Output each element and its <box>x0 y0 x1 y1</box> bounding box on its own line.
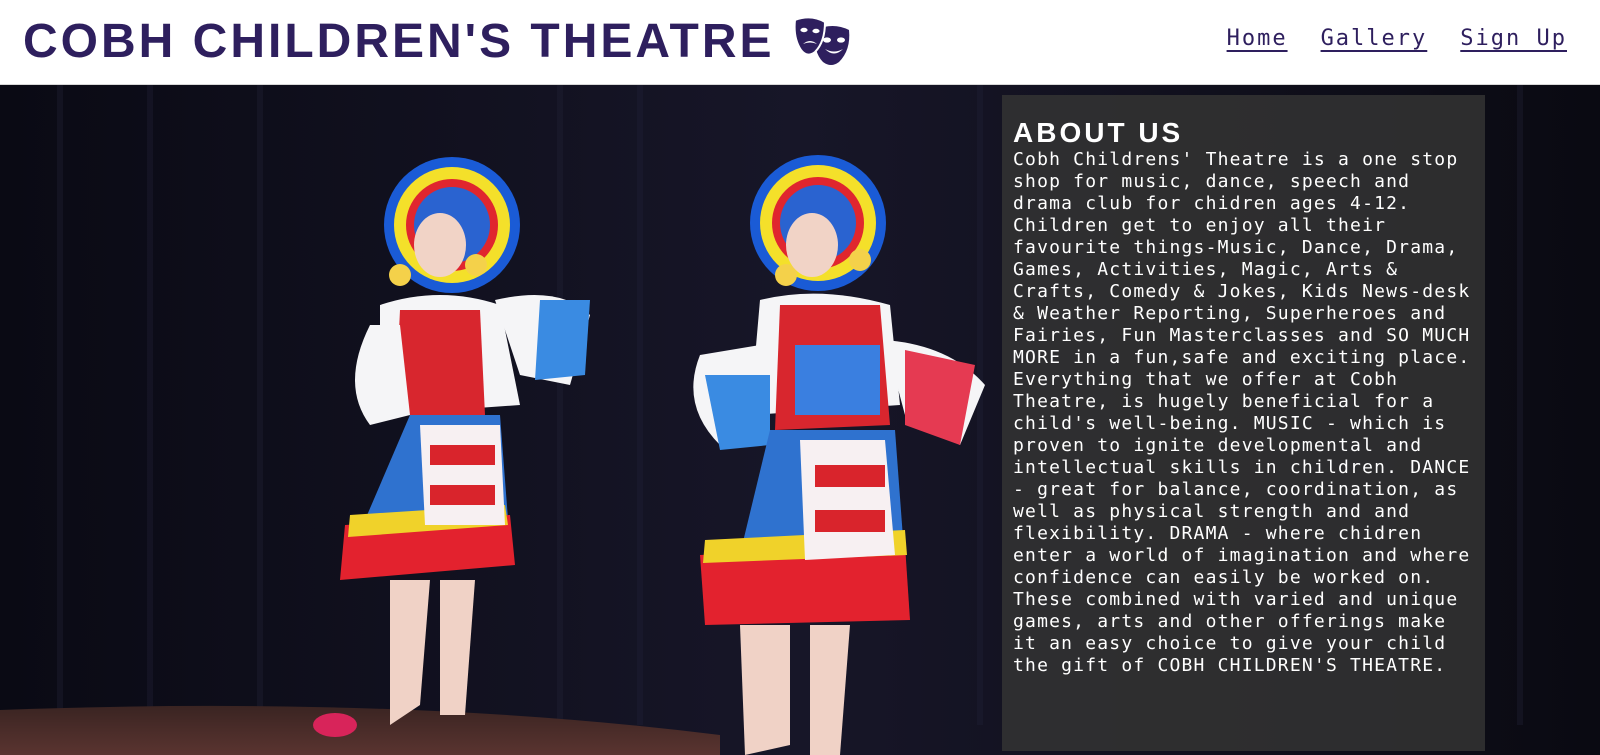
theatre-masks-icon <box>793 16 849 65</box>
nav-gallery-link[interactable]: Gallery <box>1321 26 1428 51</box>
about-panel: ABOUT US Cobh Childrens' Theatre is a on… <box>1002 95 1485 751</box>
about-heading: ABOUT US <box>1013 117 1184 148</box>
nav-home-link[interactable]: Home <box>1227 26 1288 51</box>
main-nav: Home Gallery Sign Up <box>1194 26 1567 51</box>
site-title[interactable]: COBH CHILDREN'S THEATRE <box>23 14 775 70</box>
brand[interactable]: COBH CHILDREN'S THEATRE <box>23 14 853 70</box>
about-text: Cobh Childrens' Theatre is a one stop sh… <box>1013 149 1471 676</box>
nav-signup-link[interactable]: Sign Up <box>1460 26 1567 51</box>
site-header: COBH CHILDREN'S THEATRE Home Gallery Sig… <box>0 0 1600 85</box>
